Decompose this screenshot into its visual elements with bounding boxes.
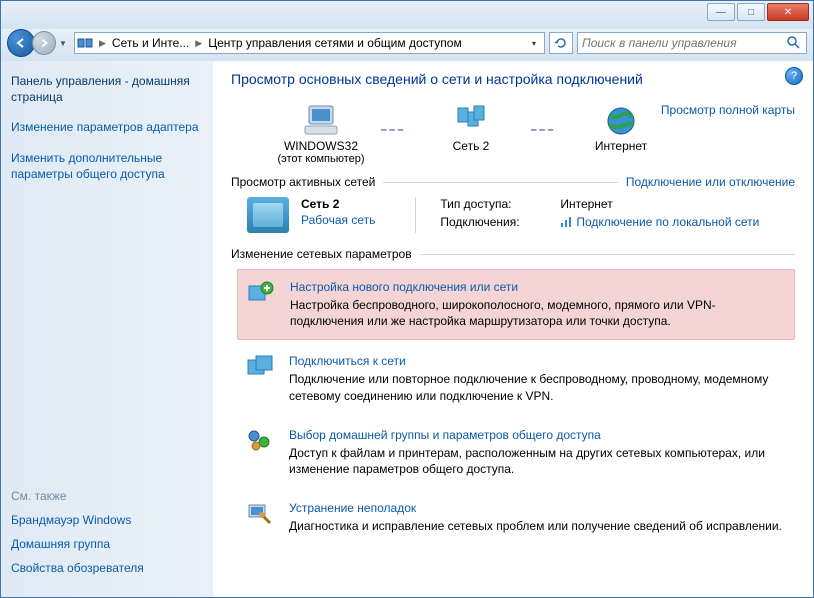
- network-map-wrap: Просмотр полной карты WINDOWS32 (этот ко…: [231, 103, 795, 165]
- help-button[interactable]: ?: [785, 67, 803, 85]
- refresh-button[interactable]: [549, 32, 573, 54]
- breadcrumb-separator[interactable]: ▶: [97, 38, 108, 49]
- connection-line: ━━━: [381, 125, 411, 136]
- task-homegroup-sharing[interactable]: Выбор домашней группы и параметров общег…: [237, 418, 795, 487]
- network-hub-icon: [411, 103, 531, 139]
- node-label: Сеть 2: [411, 139, 531, 153]
- task-description: Настройка беспроводного, широкополосного…: [290, 297, 786, 329]
- troubleshoot-icon: [245, 501, 275, 529]
- connect-disconnect-link[interactable]: Подключение или отключение: [626, 175, 795, 189]
- back-button[interactable]: [7, 29, 35, 57]
- maximize-button[interactable]: □: [737, 3, 765, 21]
- sidebar-home-link[interactable]: Панель управления - домашняя страница: [11, 73, 203, 105]
- refresh-icon: [554, 36, 568, 50]
- window: — □ ✕ ▼ ▶ Сеть и Инте... ▶ Центр управле…: [0, 0, 814, 598]
- main-content: ? Просмотр основных сведений о сети и на…: [213, 61, 813, 597]
- node-label: WINDOWS32: [261, 139, 381, 153]
- task-troubleshoot[interactable]: Устранение неполадок Диагностика и испра…: [237, 491, 795, 544]
- connection-line: ━━━: [531, 125, 561, 136]
- node-network[interactable]: Сеть 2: [411, 103, 531, 153]
- sidebar-internet-options-link[interactable]: Свойства обозревателя: [11, 561, 203, 575]
- active-network-block: Сеть 2 Рабочая сеть Тип доступа: Интерне…: [247, 197, 795, 233]
- breadcrumb-seg-1[interactable]: Сеть и Инте...: [112, 36, 189, 50]
- task-description: Подключение или повторное подключение к …: [289, 371, 787, 403]
- sidebar-link-adapter[interactable]: Изменение параметров адаптера: [11, 119, 203, 135]
- body: Панель управления - домашняя страница Из…: [1, 61, 813, 597]
- network-name: Сеть 2: [301, 197, 375, 211]
- address-bar[interactable]: ▶ Сеть и Инте... ▶ Центр управления сетя…: [74, 32, 545, 54]
- task-new-connection[interactable]: Настройка нового подключения или сети На…: [237, 269, 795, 340]
- page-heading: Просмотр основных сведений о сети и наст…: [231, 71, 795, 87]
- search-box[interactable]: [577, 32, 807, 54]
- address-row: ▼ ▶ Сеть и Инте... ▶ Центр управления се…: [1, 29, 813, 61]
- sidebar-firewall-link[interactable]: Брандмауэр Windows: [11, 513, 203, 527]
- task-list: Настройка нового подключения или сети На…: [237, 269, 795, 544]
- full-map-link[interactable]: Просмотр полной карты: [661, 103, 795, 117]
- nav-buttons: ▼: [7, 29, 70, 57]
- computer-icon: [261, 103, 381, 139]
- search-input[interactable]: [582, 36, 786, 50]
- task-title: Устранение неполадок: [289, 501, 787, 515]
- access-type-label: Тип доступа:: [440, 197, 560, 211]
- access-type-value: Интернет: [560, 197, 612, 211]
- task-description: Диагностика и исправление сетевых пробле…: [289, 518, 787, 534]
- task-title: Подключиться к сети: [289, 354, 787, 368]
- breadcrumb-seg-2[interactable]: Центр управления сетями и общим доступом: [208, 36, 462, 50]
- network-type-link[interactable]: Рабочая сеть: [301, 213, 375, 227]
- address-dropdown[interactable]: ▾: [526, 39, 542, 48]
- sidebar: Панель управления - домашняя страница Из…: [1, 61, 213, 597]
- connect-network-icon: [245, 354, 275, 382]
- connections-label: Подключения:: [440, 215, 560, 229]
- task-description: Доступ к файлам и принтерам, расположенн…: [289, 445, 787, 477]
- arrow-right-icon: [39, 38, 49, 48]
- signal-icon: [560, 216, 572, 228]
- sidebar-see-also-label: См. также: [11, 489, 203, 503]
- homegroup-icon: [245, 428, 275, 456]
- network-category-icon[interactable]: [247, 197, 289, 233]
- titlebar: — □ ✕: [1, 1, 813, 29]
- minimize-button[interactable]: —: [707, 3, 735, 21]
- active-network-right: Тип доступа: Интернет Подключения: Подкл…: [415, 197, 795, 233]
- breadcrumb-separator[interactable]: ▶: [193, 38, 204, 49]
- control-panel-icon: [77, 35, 93, 51]
- search-icon[interactable]: [786, 35, 802, 52]
- forward-button[interactable]: [32, 31, 56, 55]
- local-connection-link[interactable]: Подключение по локальной сети: [560, 215, 759, 229]
- section-change-settings: Изменение сетевых параметров: [231, 247, 795, 261]
- arrow-left-icon: [15, 37, 27, 49]
- window-controls: — □ ✕: [707, 3, 809, 21]
- node-label: Интернет: [561, 139, 681, 153]
- section-label: Изменение сетевых параметров: [231, 247, 412, 261]
- task-title: Выбор домашней группы и параметров общег…: [289, 428, 787, 442]
- task-title: Настройка нового подключения или сети: [290, 280, 786, 294]
- section-label: Просмотр активных сетей: [231, 175, 375, 189]
- node-sublabel: (этот компьютер): [261, 153, 381, 165]
- nav-history-dropdown[interactable]: ▼: [56, 33, 70, 53]
- close-button[interactable]: ✕: [767, 3, 809, 21]
- task-connect-network[interactable]: Подключиться к сети Подключение или повт…: [237, 344, 795, 413]
- sidebar-link-sharing[interactable]: Изменить дополнительные параметры общего…: [11, 150, 203, 182]
- sidebar-homegroup-link[interactable]: Домашняя группа: [11, 537, 203, 551]
- section-active-networks: Просмотр активных сетей Подключение или …: [231, 175, 795, 189]
- new-connection-icon: [246, 280, 276, 308]
- node-this-computer[interactable]: WINDOWS32 (этот компьютер): [261, 103, 381, 165]
- active-network-left: Сеть 2 Рабочая сеть: [247, 197, 375, 233]
